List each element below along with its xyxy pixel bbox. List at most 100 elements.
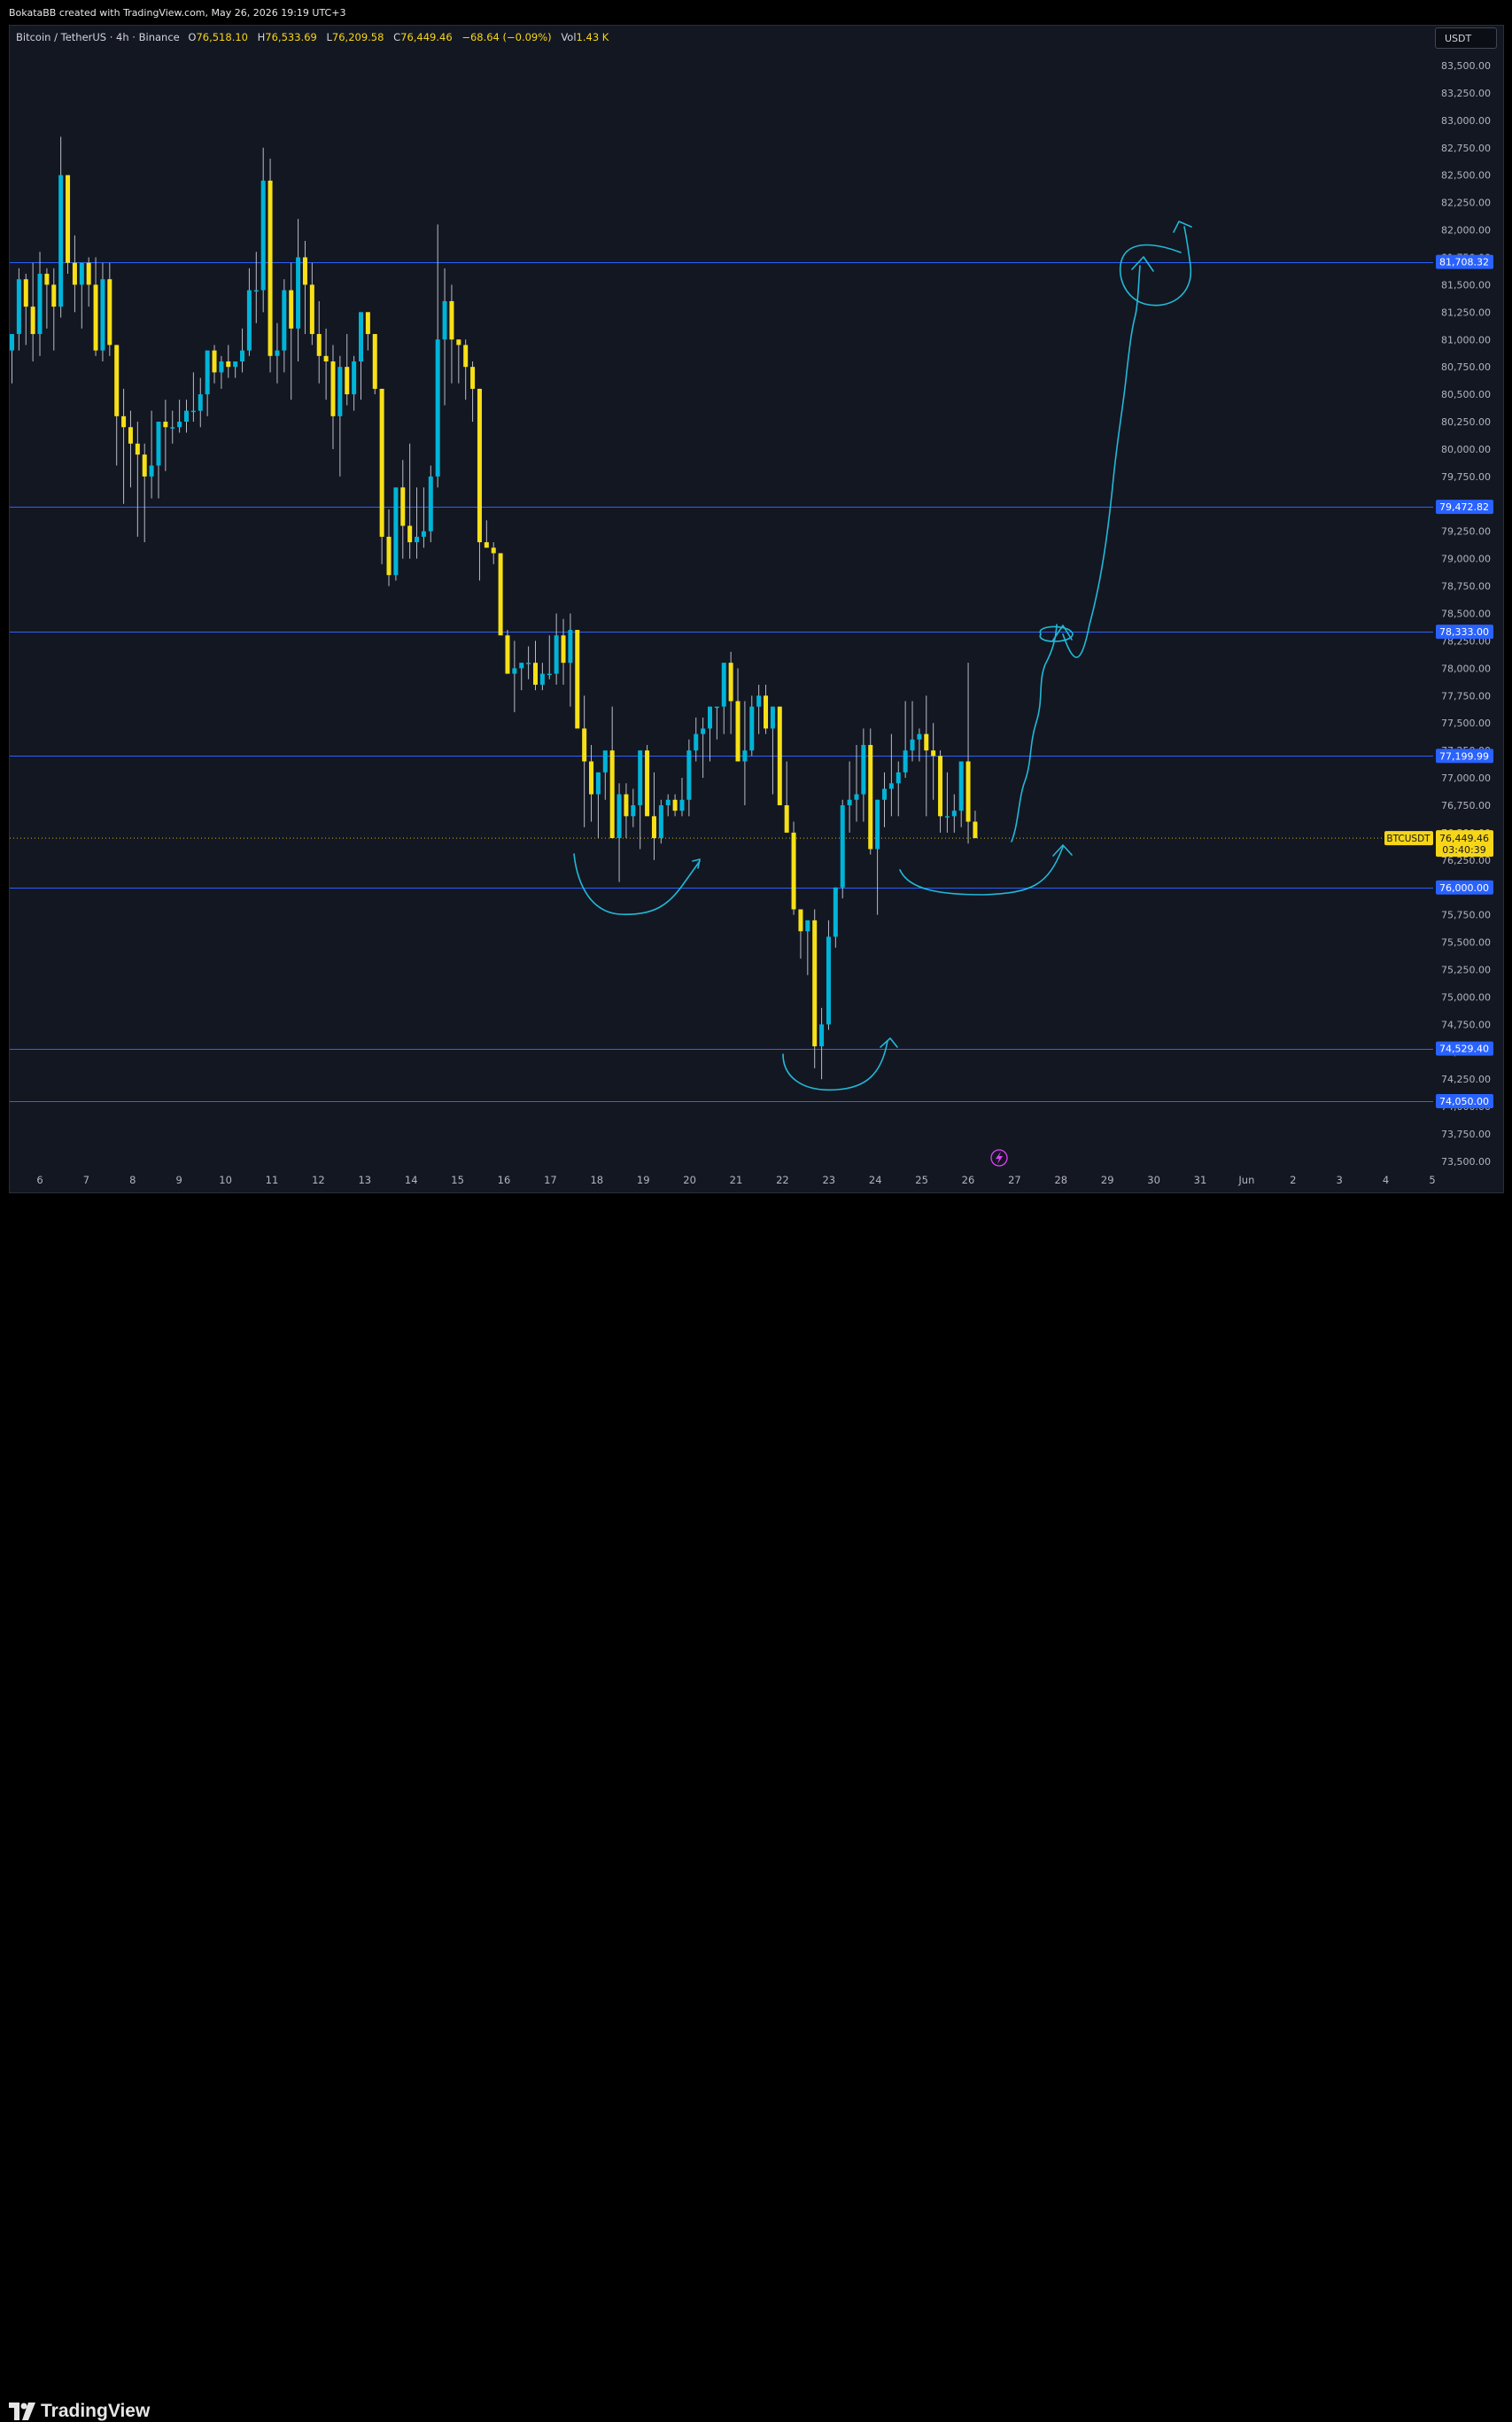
candle-body[interactable] <box>491 547 496 554</box>
candle-body[interactable] <box>253 290 259 292</box>
candle-body[interactable] <box>163 422 168 428</box>
candle-body[interactable] <box>721 663 726 707</box>
candle-body[interactable] <box>345 367 350 395</box>
candle-body[interactable] <box>973 821 978 839</box>
candle-body[interactable] <box>888 783 894 789</box>
candle-body[interactable] <box>602 750 608 772</box>
candle-body[interactable] <box>442 300 447 340</box>
candle-body[interactable] <box>582 728 587 762</box>
candle-body[interactable] <box>819 1024 825 1047</box>
candle-body[interactable] <box>289 290 294 329</box>
candle-body[interactable] <box>246 290 252 351</box>
candle-body[interactable] <box>749 706 755 751</box>
candle-body[interactable] <box>944 816 950 818</box>
tradingview-logo[interactable]: TradingView <box>9 2401 150 2422</box>
candle-body[interactable] <box>714 706 719 709</box>
candle-body[interactable] <box>539 673 545 685</box>
candle-body[interactable] <box>701 728 706 734</box>
candle-body[interactable] <box>812 920 818 1047</box>
candle-body[interactable] <box>309 284 314 335</box>
candle-body[interactable] <box>784 804 789 833</box>
candle-body[interactable] <box>282 290 287 351</box>
candle-body[interactable] <box>100 279 105 351</box>
candle-body[interactable] <box>359 312 363 361</box>
candle-body[interactable] <box>805 920 810 932</box>
candle-body[interactable] <box>924 734 929 751</box>
candle-body[interactable] <box>589 761 594 795</box>
candle-body[interactable] <box>93 284 98 351</box>
symbol-title[interactable]: Bitcoin / TetherUS · 4h · Binance <box>16 31 180 43</box>
candle-body[interactable] <box>10 334 14 351</box>
candle-body[interactable] <box>882 788 887 800</box>
candle-body[interactable] <box>323 355 329 361</box>
candle-body[interactable] <box>770 706 775 729</box>
candle-body[interactable] <box>198 394 203 411</box>
candle-body[interactable] <box>595 772 601 795</box>
candle-body[interactable] <box>226 361 231 368</box>
candle-body[interactable] <box>694 734 699 751</box>
candle-body[interactable] <box>37 274 43 335</box>
candle-body[interactable] <box>240 350 245 361</box>
candle-body[interactable] <box>735 701 740 762</box>
candle-body[interactable] <box>679 799 685 811</box>
candle-body[interactable] <box>86 262 91 285</box>
candle-body[interactable] <box>107 279 112 345</box>
currency-selector[interactable]: USDT <box>1435 27 1497 49</box>
candle-body[interactable] <box>686 750 692 800</box>
candle-body[interactable] <box>296 257 301 329</box>
candle-body[interactable] <box>44 274 50 285</box>
candle-body[interactable] <box>645 750 650 817</box>
candle-body[interactable] <box>631 804 636 817</box>
candle-body[interactable] <box>658 804 663 839</box>
candle-body[interactable] <box>149 465 154 477</box>
candle-body[interactable] <box>665 799 671 805</box>
candle-body[interactable] <box>575 630 580 729</box>
candle-body[interactable] <box>861 744 866 795</box>
candle-body[interactable] <box>561 635 566 664</box>
candle-body[interactable] <box>330 361 336 416</box>
candle-body[interactable] <box>672 799 678 811</box>
candle-body[interactable] <box>51 284 57 307</box>
candle-body[interactable] <box>114 345 120 416</box>
candle-body[interactable] <box>651 816 656 839</box>
candle-body[interactable] <box>903 750 908 772</box>
candle-body[interactable] <box>260 180 266 291</box>
candle-body[interactable] <box>616 794 622 839</box>
candle-body[interactable] <box>449 300 454 340</box>
candle-body[interactable] <box>798 909 803 932</box>
price-chart[interactable]: 83,500.00 83,250.00 83,000.00 82,750.00 82,5… <box>0 0 1512 1194</box>
candle-body[interactable] <box>463 345 469 368</box>
candle-body[interactable] <box>372 334 377 389</box>
candle-body[interactable] <box>428 476 433 532</box>
candle-body[interactable] <box>386 536 392 576</box>
candle-body[interactable] <box>512 668 517 674</box>
candle-body[interactable] <box>435 339 440 477</box>
candle-body[interactable] <box>275 350 280 356</box>
candle-body[interactable] <box>72 262 77 285</box>
candle-body[interactable] <box>302 257 307 285</box>
candle-body[interactable] <box>840 804 845 888</box>
candle-body[interactable] <box>415 536 420 543</box>
candle-body[interactable] <box>205 350 210 395</box>
candle-body[interactable] <box>23 279 28 307</box>
candle-body[interactable] <box>421 531 426 537</box>
candle-body[interactable] <box>931 750 936 757</box>
candle-body[interactable] <box>854 794 859 800</box>
candle-body[interactable] <box>917 734 922 740</box>
candle-body[interactable] <box>142 454 147 477</box>
candle-body[interactable] <box>170 427 175 429</box>
candle-body[interactable] <box>121 415 127 428</box>
candle-body[interactable] <box>505 635 510 674</box>
candle-body[interactable] <box>638 750 643 805</box>
candle-body[interactable] <box>847 799 852 805</box>
candle-body[interactable] <box>958 761 964 811</box>
candle-body[interactable] <box>547 673 552 676</box>
candle-body[interactable] <box>875 799 880 850</box>
candle-body[interactable] <box>219 361 224 373</box>
candle-body[interactable] <box>777 706 782 805</box>
candle-body[interactable] <box>352 361 357 395</box>
candle-body[interactable] <box>16 279 21 335</box>
candle-body[interactable] <box>316 334 322 356</box>
candle-body[interactable] <box>337 367 343 416</box>
candle-body[interactable] <box>379 388 384 537</box>
